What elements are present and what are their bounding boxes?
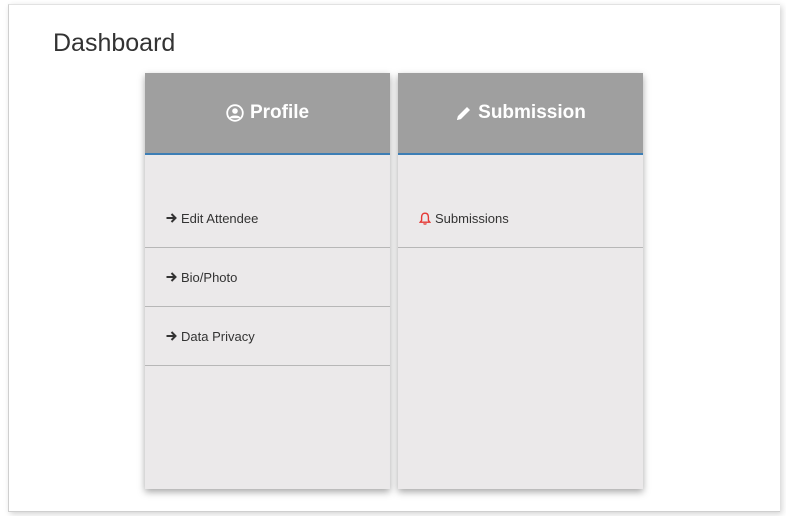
- submission-menu: Submissions: [398, 155, 643, 248]
- menu-item-label: Data Privacy: [181, 328, 255, 344]
- submission-card-header: Submission: [398, 73, 643, 155]
- dashboard-frame: Dashboard Profile Edit Attendee Bio/Phot…: [8, 4, 780, 512]
- menu-item-label: Bio/Photo: [181, 269, 238, 285]
- submission-card: Submission Submissions: [398, 73, 643, 489]
- arrow-right-icon: [166, 331, 177, 341]
- menu-item-data-privacy[interactable]: Data Privacy: [145, 307, 390, 366]
- profile-card-title: Profile: [249, 102, 310, 123]
- menu-item-edit-attendee[interactable]: Edit Attendee: [145, 189, 390, 248]
- menu-item-bio-photo[interactable]: Bio/Photo: [145, 248, 390, 307]
- menu-item-label: Submissions: [435, 210, 509, 226]
- arrow-right-icon: [166, 272, 177, 282]
- profile-menu: Edit Attendee Bio/Photo Data Privacy: [145, 155, 390, 366]
- menu-item-label: Edit Attendee: [181, 210, 259, 226]
- page-title: Dashboard: [53, 29, 176, 57]
- pencil-icon: [455, 105, 472, 122]
- user-circle-icon: [226, 104, 244, 122]
- profile-card-header: Profile: [145, 73, 390, 155]
- arrow-right-icon: [166, 213, 177, 223]
- profile-card: Profile Edit Attendee Bio/Photo Data Pri…: [145, 73, 390, 489]
- menu-item-submissions[interactable]: Submissions: [398, 189, 643, 248]
- bell-icon: [418, 211, 432, 225]
- submission-card-title: Submission: [478, 102, 586, 123]
